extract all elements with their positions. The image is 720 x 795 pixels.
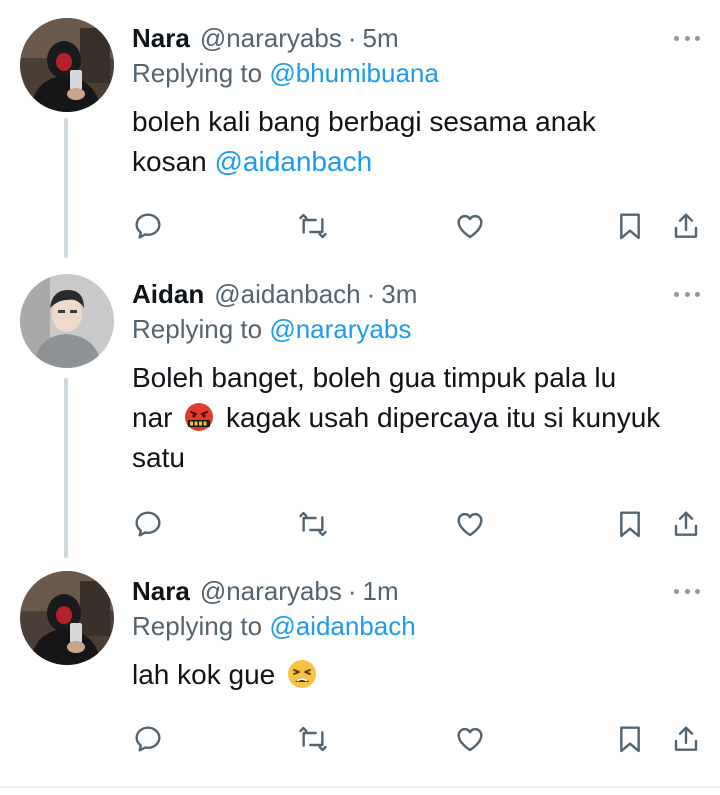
avatar-hooded-person-icon [20, 18, 114, 112]
user-handle[interactable]: @nararyabs [200, 23, 342, 54]
timestamp[interactable]: 5m [363, 23, 399, 54]
avatar[interactable] [20, 18, 114, 112]
display-name[interactable]: Aidan [132, 279, 204, 310]
share-icon[interactable] [668, 208, 704, 244]
tired-face-emoji-icon [288, 660, 316, 688]
tweet-text: lah kok gue [132, 655, 707, 695]
like-icon[interactable] [452, 506, 488, 542]
tweet-text: boleh kali bang berbagi sesama anak kosa… [132, 102, 707, 182]
replying-to-label: Replying to [132, 58, 263, 88]
tweet-text-line: Boleh banget, boleh gua timpuk pala lu [132, 362, 617, 393]
more-options-icon[interactable] [672, 274, 702, 314]
share-icon[interactable] [668, 506, 704, 542]
tweet-text-fragment: nar [132, 402, 173, 433]
more-options-icon[interactable] [672, 18, 702, 58]
reply-icon[interactable] [130, 208, 166, 244]
tweet[interactable]: Nara @nararyabs · 5m Replying to @bhumib… [0, 18, 720, 268]
retweet-icon[interactable] [295, 208, 331, 244]
bookmark-icon[interactable] [612, 721, 648, 757]
tweet-text-fragment: kosan [132, 146, 207, 177]
avatar[interactable] [20, 571, 114, 665]
user-handle[interactable]: @nararyabs [200, 576, 342, 607]
tweet-text-line: satu [132, 442, 185, 473]
tweet-text-line: lah kok gue [132, 655, 707, 695]
tweet[interactable]: Nara @nararyabs · 1m Replying to @aidanb… [0, 571, 720, 771]
tweet-text: Boleh banget, boleh gua timpuk pala lu n… [132, 358, 707, 478]
user-handle[interactable]: @aidanbach [214, 279, 360, 310]
replying-to-mention[interactable]: @bhumibuana [269, 58, 439, 88]
bookmark-icon[interactable] [612, 208, 648, 244]
bookmark-icon[interactable] [612, 506, 648, 542]
avatar-person-grey-hoodie-icon [20, 274, 114, 368]
timestamp[interactable]: 1m [363, 576, 399, 607]
tweet-header: Nara @nararyabs · 5m [132, 18, 399, 58]
tweet-text-line: boleh kali bang berbagi sesama anak [132, 106, 596, 137]
tweet-header: Nara @nararyabs · 1m [132, 571, 399, 611]
like-icon[interactable] [452, 208, 488, 244]
reply-icon[interactable] [130, 506, 166, 542]
avatar[interactable] [20, 274, 114, 368]
reply-icon[interactable] [130, 721, 166, 757]
timestamp[interactable]: 3m [381, 279, 417, 310]
more-options-icon[interactable] [672, 571, 702, 611]
replying-to-mention[interactable]: @aidanbach [269, 611, 415, 641]
tweet-actions [0, 208, 720, 248]
tweet-text-fragment: kagak usah dipercaya itu si kunyuk [226, 402, 661, 433]
retweet-icon[interactable] [295, 506, 331, 542]
retweet-icon[interactable] [295, 721, 331, 757]
like-icon[interactable] [452, 721, 488, 757]
avatar-hooded-person-icon [20, 571, 114, 665]
bottom-divider [0, 786, 720, 788]
separator-dot: · [347, 22, 357, 53]
share-icon[interactable] [668, 721, 704, 757]
separator-dot: · [347, 575, 357, 606]
replying-to-line: Replying to @bhumibuana [132, 58, 439, 89]
mention-link[interactable]: @aidanbach [215, 146, 373, 177]
tweet-text-line: nar kagak usah dipercaya itu si kunyuk [132, 398, 707, 438]
separator-dot: · [366, 278, 376, 309]
tweet[interactable]: Aidan @aidanbach · 3m Replying to @narar… [0, 274, 720, 566]
tweet-actions [0, 721, 720, 761]
display-name[interactable]: Nara [132, 576, 190, 607]
display-name[interactable]: Nara [132, 23, 190, 54]
replying-to-label: Replying to [132, 314, 263, 344]
tweet-text-line: kosan @aidanbach [132, 142, 707, 182]
cursing-face-emoji-icon [185, 403, 214, 431]
tweet-text-fragment: lah kok gue [132, 659, 276, 690]
replying-to-label: Replying to [132, 611, 263, 641]
replying-to-mention[interactable]: @nararyabs [269, 314, 411, 344]
replying-to-line: Replying to @aidanbach [132, 611, 416, 642]
reply-thread: Nara @nararyabs · 5m Replying to @bhumib… [0, 0, 720, 795]
replying-to-line: Replying to @nararyabs [132, 314, 411, 345]
tweet-actions [0, 506, 720, 546]
tweet-header: Aidan @aidanbach · 3m [132, 274, 417, 314]
